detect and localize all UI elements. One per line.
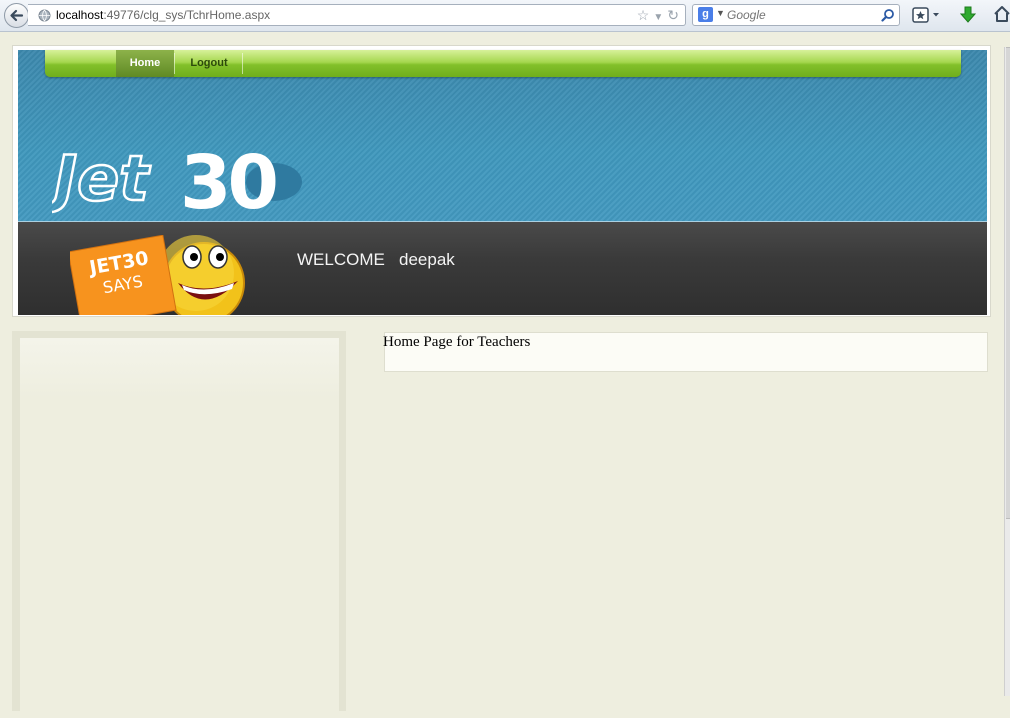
search-bar[interactable]: g ▼ bbox=[692, 4, 900, 26]
main-content: Home Page for Teachers bbox=[383, 332, 988, 372]
download-icon[interactable] bbox=[960, 6, 976, 24]
back-arrow-icon bbox=[10, 9, 24, 22]
url-path: :49776/clg_sys/TchrHome.aspx bbox=[103, 8, 271, 22]
page-heading: Home Page for Teachers bbox=[383, 334, 531, 350]
logo-text-bold: 30 bbox=[180, 140, 275, 218]
search-input[interactable] bbox=[727, 7, 867, 23]
nav-separator bbox=[242, 53, 243, 74]
scrollbar-thumb[interactable] bbox=[1006, 47, 1010, 519]
jet30-says-mascot: JET30 SAYS bbox=[70, 235, 245, 315]
site-header: Home Logout Jet 30 JET30 SAYS WELCOME de… bbox=[12, 45, 991, 317]
username: deepak bbox=[399, 250, 455, 269]
site-logo: Jet 30 bbox=[52, 140, 302, 218]
sidebar-panel bbox=[20, 338, 339, 718]
search-icon[interactable] bbox=[881, 8, 895, 22]
jet30-says-badge: JET30 SAYS bbox=[70, 235, 177, 315]
url-text: localhost:49776/clg_sys/TchrHome.aspx bbox=[56, 8, 270, 22]
dropdown-icon[interactable]: ▼ bbox=[653, 12, 663, 23]
url-tools: ☆ ▼ ↻ bbox=[633, 7, 679, 24]
address-bar[interactable]: localhost:49776/clg_sys/TchrHome.aspx ☆ ▼… bbox=[28, 4, 686, 26]
header-banner: Home Logout Jet 30 bbox=[18, 50, 987, 221]
home-icon[interactable] bbox=[994, 5, 1010, 23]
nav-home-link[interactable]: Home bbox=[116, 50, 174, 77]
logo-text-outline: Jet bbox=[52, 142, 151, 215]
globe-icon bbox=[38, 9, 51, 22]
bookmarks-icon[interactable] bbox=[912, 7, 942, 23]
reload-icon[interactable]: ↻ bbox=[667, 7, 679, 23]
google-icon[interactable]: g bbox=[698, 7, 713, 22]
nav-logout-link[interactable]: Logout bbox=[176, 50, 242, 77]
welcome-strip: JET30 SAYS WELCOME deepak bbox=[18, 221, 987, 315]
main-nav: Home Logout bbox=[45, 50, 961, 77]
engine-dropdown-icon[interactable]: ▼ bbox=[716, 8, 725, 18]
back-button[interactable] bbox=[4, 3, 29, 28]
star-icon[interactable]: ☆ bbox=[637, 7, 650, 23]
vertical-scrollbar[interactable] bbox=[1004, 47, 1010, 696]
sidebar bbox=[12, 331, 346, 718]
url-host: localhost bbox=[56, 8, 104, 22]
browser-toolbar: localhost:49776/clg_sys/TchrHome.aspx ☆ ▼… bbox=[0, 0, 1010, 32]
welcome-label: WELCOME bbox=[297, 250, 385, 269]
welcome-message: WELCOME deepak bbox=[297, 250, 455, 270]
nav-separator bbox=[174, 53, 175, 74]
